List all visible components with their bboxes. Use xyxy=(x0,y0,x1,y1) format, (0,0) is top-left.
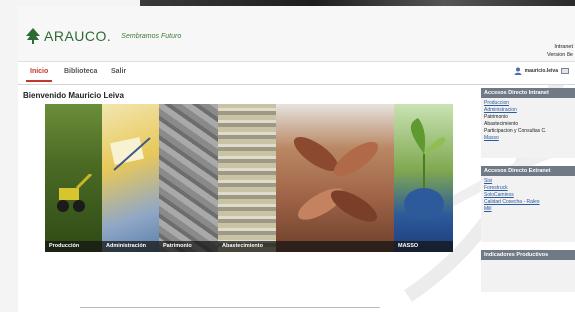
panel-label-administracion: Administración xyxy=(102,241,159,252)
banner-panel-administracion[interactable]: Administración xyxy=(102,104,159,252)
extranet-link-mill[interactable]: Mill xyxy=(484,206,572,213)
footer-divider xyxy=(80,307,380,308)
extranet-link-calidad-cosecha[interactable]: Calidad Cosecha - Raleo xyxy=(484,199,572,206)
intranet-shortcuts-box: Accesos Directo Intranet Produccion Admi… xyxy=(481,88,575,158)
extranet-link-solocaminos[interactable]: SoloCaminos xyxy=(484,192,572,199)
intranet-item-participacion[interactable]: Participacion y Consultas C. xyxy=(484,128,572,135)
monitor-icon[interactable] xyxy=(561,67,569,75)
user-icon xyxy=(514,67,522,75)
extranet-shortcuts-box: Accesos Directo Extranet Sisi Forestruck… xyxy=(481,166,575,242)
banner-panel-hands[interactable] xyxy=(276,104,394,252)
tree-logo-icon xyxy=(26,28,40,44)
brand-name: ARAUCO. xyxy=(44,28,112,44)
intranet-shortcuts-title: Accesos Directo Intranet xyxy=(481,88,575,98)
intranet-version-info: Intranet Version 8e xyxy=(547,43,573,59)
main-nav: Inicio Biblioteca Salir mauricio.leiva xyxy=(18,61,575,85)
user-name: mauricio.leiva xyxy=(524,68,558,74)
tab-biblioteca[interactable]: Biblioteca xyxy=(64,68,97,75)
intranet-link-administracion[interactable]: Administracion xyxy=(484,107,572,114)
indicadores-title: Indicadores Productivos xyxy=(481,250,575,260)
banner-panel-patrimonio[interactable]: Patrimonio xyxy=(159,104,218,252)
arauco-logo[interactable]: ARAUCO. Sembramos Futuro xyxy=(26,28,181,44)
right-sidebar: Accesos Directo Intranet Produccion Admi… xyxy=(481,88,575,300)
brand-tagline: Sembramos Futuro xyxy=(121,32,182,40)
forestry-machine-image xyxy=(57,174,93,212)
intranet-link-produccion[interactable]: Produccion xyxy=(484,100,572,107)
site-header: ARAUCO. Sembramos Futuro Intranet Versio… xyxy=(18,6,575,61)
version-label: Version 8e xyxy=(547,52,573,58)
panel-label-hands xyxy=(276,241,394,252)
tab-salir[interactable]: Salir xyxy=(111,68,126,75)
extranet-link-forestruck[interactable]: Forestruck xyxy=(484,185,572,192)
extranet-shortcuts-list: Sisi Forestruck SoloCaminos Calidad Cose… xyxy=(481,176,575,242)
intranet-label: Intranet xyxy=(554,44,573,50)
joined-hands-image xyxy=(293,136,379,222)
user-info[interactable]: mauricio.leiva xyxy=(514,67,569,75)
intranet-link-masso[interactable]: Masso xyxy=(484,135,572,142)
indicadores-body xyxy=(481,260,575,292)
banner-panel-abastecimiento[interactable]: Abastecimiento xyxy=(218,104,276,252)
extranet-shortcuts-title: Accesos Directo Extranet xyxy=(481,166,575,176)
intranet-item-patrimonio[interactable]: Patrimonio xyxy=(484,114,572,121)
panel-label-abastecimiento: Abastecimiento xyxy=(218,241,276,252)
panel-label-patrimonio: Patrimonio xyxy=(159,241,218,252)
seedling-image xyxy=(404,118,446,220)
documents-image xyxy=(110,137,151,171)
banner-panel-masso[interactable]: MASSO xyxy=(394,104,453,252)
extranet-link-sisi[interactable]: Sisi xyxy=(484,178,572,185)
welcome-heading: Bienvenido Mauricio Leiva xyxy=(23,91,124,100)
panel-label-produccion: Producción xyxy=(45,241,102,252)
tab-inicio[interactable]: Inicio xyxy=(25,68,53,82)
banner-panel-produccion[interactable]: Producción xyxy=(45,104,102,252)
panel-label-masso: MASSO xyxy=(394,241,453,252)
intranet-item-abastecimiento[interactable]: Abastecimiento xyxy=(484,121,572,128)
section-banner: Producción Administración Patrimonio Aba… xyxy=(45,104,453,252)
indicadores-box: Indicadores Productivos xyxy=(481,250,575,292)
intranet-shortcuts-list: Produccion Administracion Patrimonio Aba… xyxy=(481,98,575,158)
